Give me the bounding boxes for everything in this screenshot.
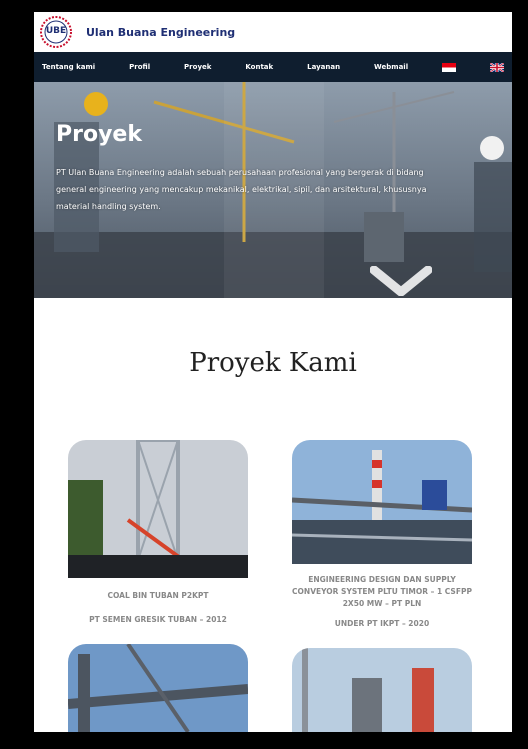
site-header: UBE Ulan Buana Engineering [34,12,512,52]
project-title[interactable]: COAL BIN TUBAN P2KPT [68,590,248,602]
project-card[interactable] [68,644,248,732]
project-image[interactable] [292,648,472,732]
project-image[interactable] [68,440,248,578]
section-title: Proyek Kami [189,348,357,378]
hero-description: PT Ulan Buana Engineering adalah sebuah … [56,168,427,211]
nav-item-tentang-kami[interactable]: Tentang kami [42,63,95,71]
nav-item-profil[interactable]: Profil [129,63,150,71]
project-subtitle: PT SEMEN GRESIK TUBAN – 2012 [89,615,227,624]
project-card[interactable]: COAL BIN TUBAN P2KPT PT SEMEN GRESIK TUB… [68,440,248,626]
browser-page: UBE Ulan Buana Engineering Tentang kami … [34,12,512,732]
nav-item-layanan[interactable]: Layanan [307,63,340,71]
project-image[interactable] [292,440,472,564]
uk-flag-icon[interactable] [489,61,505,73]
hero-banner: Proyek PT Ulan Buana Engineering adalah … [34,82,512,298]
main-nav: Tentang kami Profil Proyek Kontak Layana… [34,52,512,82]
logo-text: UBE [45,26,67,36]
indonesia-flag-icon[interactable] [442,62,457,72]
project-subtitle: UNDER PT IKPT – 2020 [334,619,430,628]
hero-title: Proyek [56,122,142,147]
project-card[interactable] [292,648,472,732]
company-logo[interactable]: UBE [40,16,72,48]
project-image[interactable] [68,644,248,732]
nav-item-kontak[interactable]: Kontak [245,63,273,71]
nav-item-proyek[interactable]: Proyek [184,63,211,71]
nav-item-webmail[interactable]: Webmail [374,63,408,71]
project-card[interactable]: ENGINEERING DESIGN DAN SUPPLY CONVEYOR S… [292,440,472,630]
scroll-down-chevron-icon[interactable] [370,266,432,296]
project-title[interactable]: ENGINEERING DESIGN DAN SUPPLY CONVEYOR S… [292,574,472,610]
brand-name[interactable]: Ulan Buana Engineering [86,26,235,39]
